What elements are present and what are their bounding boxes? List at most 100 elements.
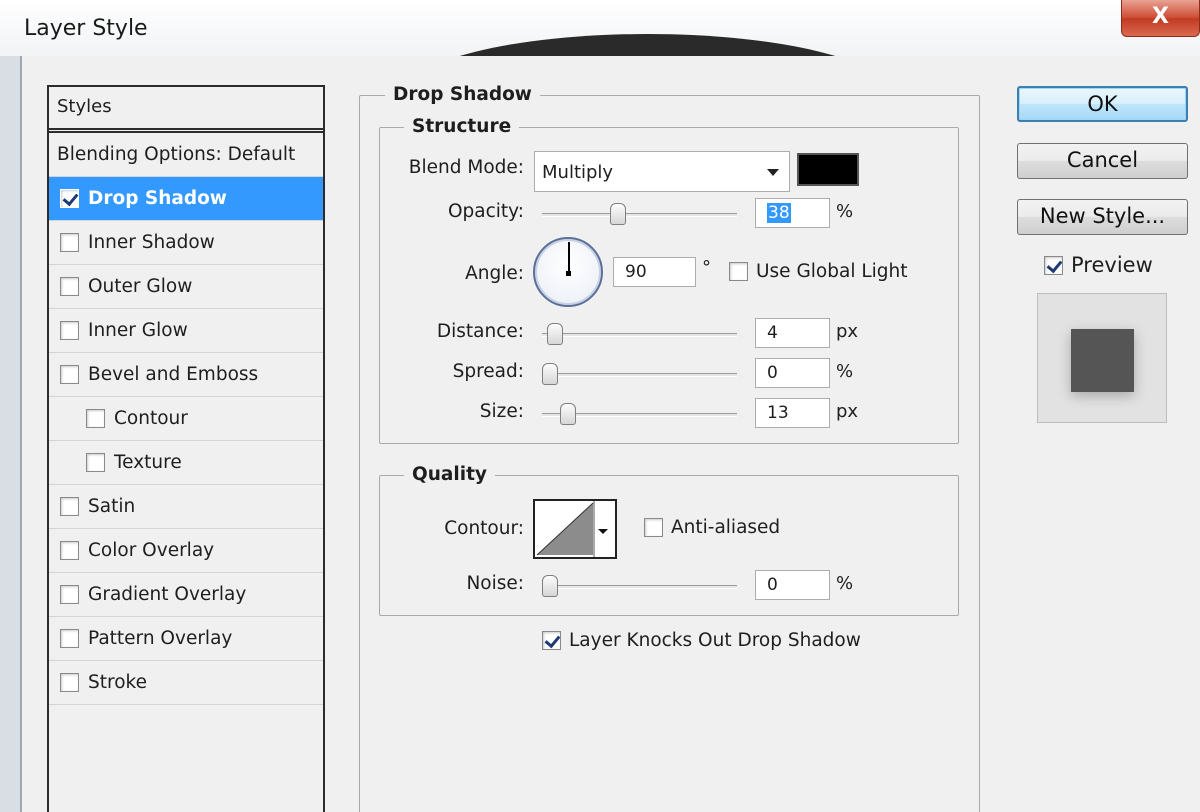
title-bar: Layer Style X <box>0 0 1200 56</box>
size-input[interactable]: 13 <box>755 398 830 428</box>
preview-label: Preview <box>1071 253 1153 277</box>
style-item-checkbox[interactable] <box>60 365 79 384</box>
blend-mode-label: Blend Mode: <box>408 157 524 178</box>
style-item-inner-shadow[interactable]: Inner Shadow <box>49 221 323 265</box>
style-item-checkbox[interactable] <box>60 277 79 296</box>
style-item-satin[interactable]: Satin <box>49 485 323 529</box>
style-item-label: Contour <box>114 408 188 429</box>
shadow-color-swatch[interactable] <box>797 153 859 186</box>
noise-input[interactable]: 0 <box>755 570 830 600</box>
spread-slider[interactable] <box>542 373 737 377</box>
quality-title: Quality <box>404 464 495 485</box>
styles-header[interactable]: Styles <box>49 87 323 133</box>
size-unit: px <box>836 401 859 422</box>
opacity-unit: % <box>836 201 854 222</box>
blend-mode-select[interactable]: Multiply <box>534 151 790 192</box>
preview-checkbox[interactable] <box>1044 255 1063 275</box>
contour-curve-icon <box>536 501 608 557</box>
distance-unit: px <box>836 321 859 342</box>
style-item-drop-shadow[interactable]: Drop Shadow <box>49 177 323 221</box>
style-item-checkbox[interactable] <box>60 497 79 516</box>
style-item-checkbox[interactable] <box>60 233 79 252</box>
style-item-color-overlay[interactable]: Color Overlay <box>49 529 323 573</box>
style-item-label: Color Overlay <box>88 540 215 561</box>
style-item-label: Inner Shadow <box>88 232 215 253</box>
noise-slider-thumb[interactable] <box>542 575 558 597</box>
style-item-bevel-and-emboss[interactable]: Bevel and Emboss <box>49 353 323 397</box>
layer-knocks-out-option[interactable]: Layer Knocks Out Drop Shadow <box>542 630 861 651</box>
angle-center <box>566 271 571 276</box>
angle-needle <box>568 242 570 274</box>
style-item-label: Stroke <box>88 672 147 693</box>
size-slider-thumb[interactable] <box>559 403 576 425</box>
angle-dial[interactable] <box>533 237 603 307</box>
styles-list: Styles Blending Options: Default Drop Sh… <box>47 85 325 812</box>
structure-title: Structure <box>404 116 520 137</box>
cancel-button[interactable]: Cancel <box>1017 143 1188 179</box>
style-item-label: Bevel and Emboss <box>88 364 259 385</box>
style-item-outer-glow[interactable]: Outer Glow <box>49 265 323 309</box>
preview-swatch <box>1071 329 1134 392</box>
blending-options-item[interactable]: Blending Options: Default <box>49 133 323 177</box>
opacity-slider-thumb[interactable] <box>610 203 627 225</box>
distance-slider-thumb[interactable] <box>547 323 564 345</box>
size-label: Size: <box>479 401 524 422</box>
style-item-label: Outer Glow <box>88 276 193 297</box>
style-item-label: Gradient Overlay <box>88 584 247 605</box>
noise-label: Noise: <box>466 573 524 594</box>
use-global-light-label: Use Global Light <box>756 261 908 282</box>
style-item-stroke[interactable]: Stroke <box>49 661 323 705</box>
opacity-slider[interactable] <box>542 213 737 217</box>
style-item-pattern-overlay[interactable]: Pattern Overlay <box>49 617 323 661</box>
style-item-contour[interactable]: Contour <box>49 397 323 441</box>
preview-option[interactable]: Preview <box>1044 253 1153 277</box>
angle-label: Angle: <box>465 263 524 284</box>
style-item-checkbox[interactable] <box>86 453 105 472</box>
style-item-checkbox[interactable] <box>60 321 79 340</box>
drop-shadow-title: Drop Shadow <box>385 84 540 105</box>
layer-knocks-out-checkbox[interactable] <box>542 631 561 650</box>
angle-input[interactable]: 90 <box>613 257 696 287</box>
distance-input[interactable]: 4 <box>755 318 830 348</box>
layer-knocks-out-label: Layer Knocks Out Drop Shadow <box>569 630 861 651</box>
style-item-checkbox[interactable] <box>60 673 79 692</box>
blend-mode-value: Multiply <box>542 162 614 183</box>
anti-aliased-option[interactable]: Anti-aliased <box>644 517 780 538</box>
style-item-label: Inner Glow <box>88 320 188 341</box>
spread-input[interactable]: 0 <box>755 358 830 388</box>
spread-unit: % <box>836 361 854 382</box>
style-item-checkbox[interactable] <box>86 409 105 428</box>
new-style-button[interactable]: New Style... <box>1017 199 1188 235</box>
style-item-checkbox[interactable] <box>60 189 79 208</box>
opacity-label: Opacity: <box>447 201 524 222</box>
style-item-label: Texture <box>114 452 182 473</box>
angle-unit: ° <box>702 257 711 278</box>
style-item-checkbox[interactable] <box>60 585 79 604</box>
background-artwork <box>405 34 890 56</box>
style-item-inner-glow[interactable]: Inner Glow <box>49 309 323 353</box>
style-item-texture[interactable]: Texture <box>49 441 323 485</box>
noise-unit: % <box>836 573 854 594</box>
ok-button[interactable]: OK <box>1017 86 1188 122</box>
style-item-gradient-overlay[interactable]: Gradient Overlay <box>49 573 323 617</box>
contour-picker[interactable] <box>533 499 617 559</box>
contour-label: Contour: <box>444 518 524 539</box>
window-title: Layer Style <box>24 16 148 41</box>
style-item-label: Satin <box>88 496 136 517</box>
distance-slider[interactable] <box>542 333 737 337</box>
quality-group <box>379 475 959 616</box>
distance-label: Distance: <box>436 321 524 342</box>
anti-aliased-checkbox[interactable] <box>644 518 663 537</box>
style-item-label: Pattern Overlay <box>88 628 233 649</box>
chevron-down-icon <box>767 169 779 176</box>
close-button[interactable]: X <box>1121 0 1200 37</box>
use-global-light-option[interactable]: Use Global Light <box>729 261 908 282</box>
style-item-checkbox[interactable] <box>60 629 79 648</box>
opacity-input[interactable]: 38 <box>755 198 830 228</box>
style-item-checkbox[interactable] <box>60 541 79 560</box>
noise-slider[interactable] <box>542 585 737 589</box>
use-global-light-checkbox[interactable] <box>729 262 748 281</box>
preview-thumbnail <box>1037 293 1167 423</box>
spread-slider-thumb[interactable] <box>542 363 558 385</box>
anti-aliased-label: Anti-aliased <box>671 517 781 538</box>
